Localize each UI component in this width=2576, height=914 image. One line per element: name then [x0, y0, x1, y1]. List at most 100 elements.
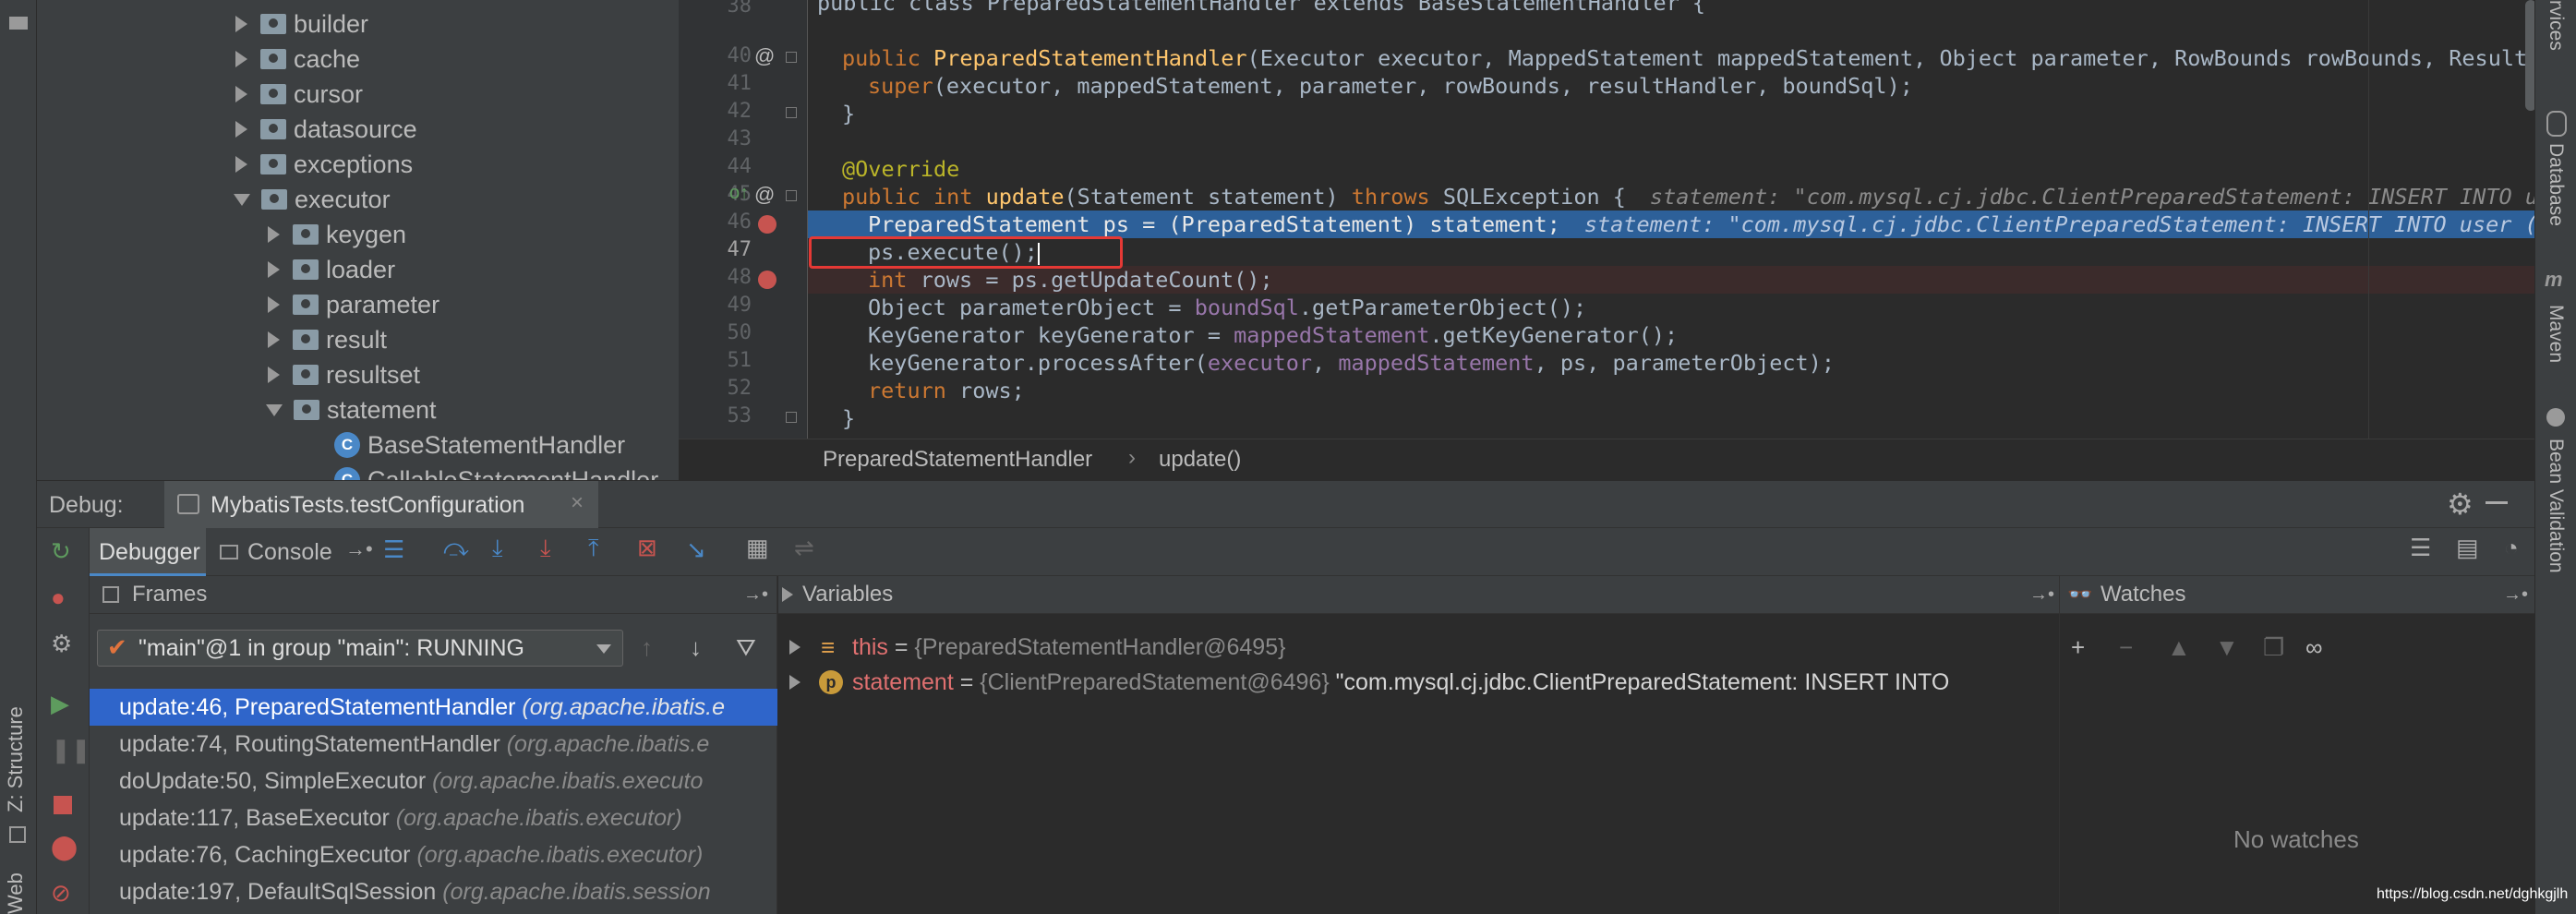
editor-gutter[interactable]: 38 40 41 42 43 44 45 46 47 48 49 50 51 5… [679, 0, 808, 439]
services-tab[interactable]: rvices [2545, 0, 2567, 51]
stack-frame[interactable]: update:46, PreparedStatementHandler (org… [90, 689, 777, 726]
rerun-icon[interactable]: ↻ [51, 537, 71, 566]
chevron-right-icon[interactable] [235, 121, 247, 138]
tree-item[interactable]: executor [234, 182, 391, 217]
code-line: public class PreparedStatementHandler ex… [817, 0, 1706, 16]
breakpoint-icon[interactable] [758, 271, 776, 289]
restore-layout-icon[interactable]: ▤ [2456, 534, 2479, 562]
evaluate-icon[interactable]: ▦ [746, 534, 769, 562]
variable-eq: = [953, 669, 981, 695]
chevron-right-icon[interactable] [268, 261, 280, 278]
chevron-right-icon[interactable] [235, 156, 247, 173]
chevron-right-icon[interactable] [268, 331, 280, 348]
tree-item[interactable]: C CallableStatementHandler [334, 463, 658, 480]
pin-icon[interactable]: →• [345, 537, 373, 561]
tree-item[interactable]: builder [235, 6, 368, 42]
drop-frame-icon[interactable]: ⊠ [637, 534, 657, 562]
structure-tab[interactable]: Z: Structure [4, 706, 28, 812]
chevron-right-icon[interactable] [268, 367, 280, 383]
step-over-icon[interactable]: ⤼ [443, 534, 469, 563]
run-to-cursor-icon[interactable]: ↘ [686, 535, 706, 564]
tab-console[interactable]: Console [247, 539, 332, 566]
breadcrumb: PreparedStatementHandler › update() [679, 439, 2534, 480]
chevron-down-icon [596, 644, 611, 654]
web-tab[interactable]: Web [4, 872, 28, 914]
pin-icon[interactable]: →• [2029, 576, 2054, 613]
tab-debugger[interactable]: Debugger [90, 528, 206, 576]
list-icon[interactable]: ☰ [383, 535, 404, 564]
fold-icon[interactable] [786, 107, 797, 118]
chevron-right-icon[interactable] [789, 675, 800, 690]
chevron-right-icon[interactable] [235, 51, 247, 67]
tree-item[interactable]: statement [266, 392, 437, 427]
variable-text: this = {PreparedStatementHandler@6495} [852, 630, 1285, 665]
breakpoints-icon[interactable]: ● [51, 583, 66, 612]
tree-item[interactable]: cursor [235, 77, 363, 112]
force-step-into-icon[interactable]: ⤓ [540, 534, 551, 563]
frames-icon [102, 586, 119, 603]
chevron-right-icon[interactable] [268, 296, 280, 313]
code-token: boundSql [1194, 295, 1299, 320]
settings-icon[interactable]: ⚙ [51, 630, 72, 658]
stack-frame[interactable]: update:74, RoutingStatementHandler (org.… [90, 726, 777, 763]
tree-item[interactable]: resultset [268, 357, 420, 392]
breadcrumb-class[interactable]: PreparedStatementHandler [823, 447, 1092, 473]
stop-icon[interactable] [54, 796, 72, 814]
mute-breakpoints-icon[interactable]: ⊘ [51, 879, 71, 908]
glasses-icon[interactable]: ∞ [2305, 633, 2323, 662]
arrow-down-icon[interactable]: ↓ [690, 633, 702, 662]
session-tab[interactable]: MybatisTests.testConfiguration × [164, 481, 598, 529]
fold-icon[interactable] [786, 190, 797, 201]
stack-frame[interactable]: update:117, BaseExecutor (org.apache.iba… [90, 800, 777, 836]
fold-icon[interactable] [786, 412, 797, 423]
package-icon [260, 119, 286, 139]
tree-item[interactable]: exceptions [235, 147, 413, 182]
thread-select[interactable]: ✔ "main"@1 in group "main": RUNNING [97, 630, 623, 667]
tree-item[interactable]: keygen [268, 217, 406, 252]
view-breakpoints-icon[interactable]: ⬤ [51, 833, 78, 861]
maven-tab[interactable]: Maven [2545, 305, 2567, 363]
chevron-right-icon[interactable] [268, 226, 280, 243]
pin-icon[interactable]: →• [2503, 576, 2528, 613]
tree-item[interactable]: loader [268, 252, 395, 287]
minimize-icon[interactable] [2486, 501, 2508, 504]
stack-frame[interactable]: update:197, DefaultSqlSession (org.apach… [90, 873, 777, 910]
gear-icon[interactable]: ⚙ [2447, 487, 2474, 522]
package-icon [260, 84, 286, 104]
code-token: Object parameterObject = [868, 295, 1195, 320]
tree-item[interactable]: result [268, 322, 387, 357]
chevron-right-icon[interactable] [235, 86, 247, 102]
close-icon[interactable]: × [571, 490, 584, 516]
pause-icon[interactable]: ❚❚ [51, 736, 91, 764]
stack-frame[interactable]: doUpdate:50, SimpleExecutor (org.apache.… [90, 763, 777, 800]
chevron-down-icon[interactable] [266, 403, 283, 416]
inline-value-hint: statement: "com.mysql.cj.jdbc.ClientPrep… [1649, 184, 2534, 210]
database-tab[interactable]: Database [2545, 143, 2567, 226]
resume-icon[interactable]: ▶ [51, 690, 69, 718]
chevron-right-icon[interactable] [789, 640, 800, 655]
bean-validation-tab[interactable]: Bean Validation [2545, 439, 2567, 573]
breadcrumb-method[interactable]: update() [1159, 447, 1241, 473]
tree-item-label: executor [295, 185, 391, 213]
tree-item[interactable]: C BaseStatementHandler [334, 427, 625, 463]
pin-icon[interactable]: →• [743, 576, 768, 613]
step-out-icon[interactable]: ⤒ [588, 534, 599, 563]
override-icon[interactable]: o↑ [729, 183, 749, 204]
tree-item[interactable]: parameter [268, 287, 439, 322]
step-into-icon[interactable]: ⤓ [492, 534, 503, 563]
code-token: (Executor executor, MappedStatement mapp… [1246, 45, 2534, 71]
chevron-right-icon[interactable] [235, 16, 247, 32]
breakpoint-icon[interactable] [758, 215, 776, 234]
code-line: int rows = ps.getUpdateCount(); [868, 266, 1273, 294]
tree-item[interactable]: datasource [235, 112, 417, 147]
stack-frame[interactable]: update:76, CachingExecutor (org.apache.i… [90, 836, 777, 873]
add-icon[interactable]: + [2071, 633, 2085, 662]
project-panel-icon[interactable] [6, 7, 31, 33]
filter-icon[interactable]: ⛛ [736, 633, 756, 663]
fold-icon[interactable] [786, 52, 797, 63]
gauge-icon[interactable]: ◔ [2504, 534, 2519, 562]
layout-icon[interactable]: ☰ [2410, 534, 2431, 562]
tree-item[interactable]: cache [235, 42, 360, 77]
code-editor[interactable]: public class PreparedStatementHandler ex… [808, 0, 2534, 439]
chevron-down-icon[interactable] [234, 193, 250, 206]
